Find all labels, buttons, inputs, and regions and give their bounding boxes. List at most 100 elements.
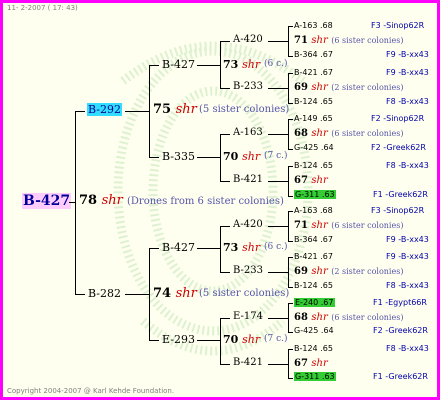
upper-a-b-b-origin: F8 -B-xx43 xyxy=(386,97,429,106)
lower-b-a-id: E-174 xyxy=(233,311,263,322)
lower-a-b-b-origin: F8 -B-xx43 xyxy=(386,281,429,290)
tree-connector-line xyxy=(288,56,293,57)
tree-connector-line xyxy=(288,378,293,379)
upper-a-b-sisters: 69 shr (2 sister colonies) xyxy=(294,82,404,93)
lower-a-b-a-origin: F9 -B-xx43 xyxy=(386,252,429,261)
upper-a-a-b-origin: F9 -B-xx43 xyxy=(386,50,429,59)
lower-b-b-a-leaf: B-124 .65 xyxy=(294,344,333,353)
lower-b-b-b-leaf: G-311 .63 xyxy=(294,372,336,381)
tree-connector-line xyxy=(288,349,289,378)
tree-connector-line xyxy=(220,41,230,42)
tree-connector-line xyxy=(197,248,220,249)
tree-connector-line xyxy=(197,65,220,66)
lower-b-a-a-origin: F1 -Egypt66R xyxy=(373,298,427,307)
tree-connector-line xyxy=(149,340,159,341)
lower-b-a-b-origin: F2 -Greek62R xyxy=(373,326,428,335)
upper-a-a-id: A-420 xyxy=(233,34,263,45)
upper-b-a-a-leaf: A-149 .65 xyxy=(294,114,333,123)
tree-connector-line xyxy=(288,241,293,242)
tree-connector-line xyxy=(268,181,288,182)
tree-connector-line xyxy=(75,294,85,295)
lower-a-id: B-427 xyxy=(162,241,195,254)
tree-connector-line xyxy=(288,166,293,167)
upper-a-a-a-leaf: A-163 .68 xyxy=(294,21,333,30)
tree-connector-line xyxy=(288,257,289,287)
tree-connector-line xyxy=(288,287,293,288)
upper-a-sisters: 73 shr xyxy=(223,58,261,71)
tree-connector-line xyxy=(220,134,221,181)
upper-a-a-sisters: 71 shr (6 sister colonies) xyxy=(294,35,404,46)
tree-connector-line xyxy=(220,134,230,135)
upper-sisters: 75 shr xyxy=(153,102,197,117)
upper-b-id: B-335 xyxy=(162,150,195,163)
tree-connector-line xyxy=(288,149,293,150)
tree-connector-line xyxy=(288,211,293,212)
lower-a-b-a-leaf: B-421 .67 xyxy=(294,252,333,261)
lower-a-a-a-leaf: A-163 .68 xyxy=(294,206,333,215)
tree-connector-line xyxy=(268,364,288,365)
upper-a-b-b-leaf: B-124 .65 xyxy=(294,97,333,106)
tree-connector-line xyxy=(268,134,288,135)
lower-sisters: 74 shr xyxy=(153,286,197,301)
lower-a-sisters: 73 shr xyxy=(223,241,261,254)
tree-connector-line xyxy=(288,119,289,149)
lower-b-b-id: B-421 xyxy=(233,357,263,368)
root-note: (Drones from 6 sister colonies) xyxy=(127,196,284,207)
tree-connector-line xyxy=(268,41,288,42)
upper-a-id: B-427 xyxy=(162,58,195,71)
upper-b-b-a-origin: F8 -B-xx43 xyxy=(386,161,429,170)
upper-b-a-a-origin: F2 -Sinop62R xyxy=(371,114,425,123)
lower-a-b-b-leaf: B-124 .65 xyxy=(294,281,333,290)
copyright-footer: Copyright 2004-2007 @ Karl Kehde Foundat… xyxy=(7,387,175,395)
lower-a-b-id: B-233 xyxy=(233,265,263,276)
lower-a-a-a-origin: F3 -Sinop62R xyxy=(371,206,425,215)
tree-connector-line xyxy=(125,111,149,112)
tree-connector-line xyxy=(288,211,289,241)
tree-connector-line xyxy=(75,111,85,112)
upper-queen-id: B-292 xyxy=(87,103,122,116)
tree-connector-line xyxy=(288,119,293,120)
lower-b-b-a-origin: F8 -B-xx43 xyxy=(386,344,429,353)
tree-connector-line xyxy=(149,157,159,158)
lower-a-a-id: A-420 xyxy=(233,219,263,230)
tree-connector-line xyxy=(268,318,288,319)
upper-b-sisters: 70 shr xyxy=(223,150,261,163)
upper-a-note: (6 c.) xyxy=(264,59,288,69)
tree-connector-line xyxy=(197,157,220,158)
lower-b-b-sisters: 67 shr xyxy=(294,358,328,369)
tree-connector-line xyxy=(268,226,288,227)
upper-b-a-id: A-163 xyxy=(233,127,263,138)
upper-b-a-b-leaf: G-425 .64 xyxy=(294,143,334,152)
lower-b-sisters: 70 shr xyxy=(223,333,261,346)
upper-b-b-b-leaf: G-311 .63 xyxy=(294,190,336,199)
upper-b-b-a-leaf: B-124 .65 xyxy=(294,161,333,170)
tree-connector-line xyxy=(149,248,150,340)
tree-connector-line xyxy=(288,303,293,304)
lower-a-b-sisters: 69 shr (2 sister colonies) xyxy=(294,266,404,277)
upper-a-b-a-origin: F9 -B-xx43 xyxy=(386,68,429,77)
root-sisters: 78 shr xyxy=(79,193,123,208)
lower-b-note: (7 c.) xyxy=(264,334,288,344)
lower-queen-id: B-282 xyxy=(88,287,121,300)
tree-connector-line xyxy=(220,226,230,227)
tree-connector-line xyxy=(288,332,293,333)
lower-a-note: (6 c.) xyxy=(264,242,288,252)
tree-connector-line xyxy=(268,272,288,273)
tree-connector-line xyxy=(220,318,230,319)
tree-connector-line xyxy=(220,226,221,272)
lower-a-a-b-leaf: B-364 .67 xyxy=(294,235,333,244)
tree-connector-line xyxy=(288,103,293,104)
tree-connector-line xyxy=(288,196,293,197)
tree-connector-line xyxy=(288,349,293,350)
lower-b-b-b-origin: F1 -Greek62R xyxy=(373,372,428,381)
tree-connector-line xyxy=(220,318,221,364)
lower-b-a-sisters: 68 shr (6 sister colonies) xyxy=(294,312,404,323)
tree-connector-line xyxy=(149,65,150,157)
lower-b-id: E-293 xyxy=(162,333,195,346)
tree-connector-line xyxy=(149,65,159,66)
upper-note: (5 sister colonies) xyxy=(199,104,290,115)
upper-b-b-id: B-421 xyxy=(233,174,263,185)
tree-connector-line xyxy=(220,88,230,89)
lower-b-a-b-leaf: G-425 .64 xyxy=(294,326,334,335)
tree-connector-line xyxy=(288,303,289,332)
